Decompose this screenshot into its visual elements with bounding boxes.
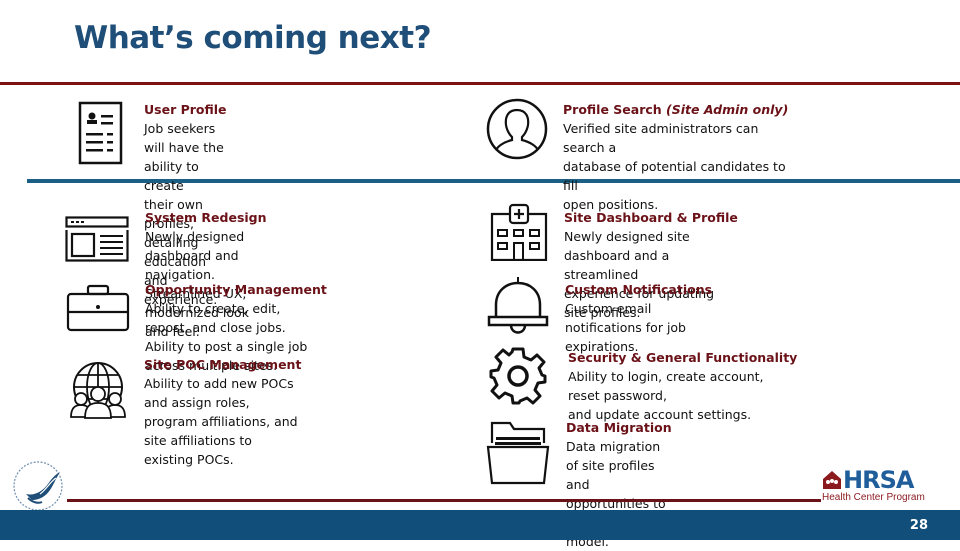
feature-title-note: (Site Admin only) [666, 102, 789, 117]
feature-title: User Profile [144, 102, 227, 117]
health-center-house-icon [823, 471, 841, 489]
feature-description: Verified site administrators can search … [563, 121, 786, 212]
feature-title: Opportunity Management [145, 282, 327, 297]
page-title: What’s coming next? [74, 20, 432, 56]
footer-bar: 28 [0, 510, 960, 540]
feature-description: Ability to add new POCs and assign roles… [144, 376, 298, 467]
gear-icon [489, 347, 547, 405]
bottom-divider [67, 499, 821, 502]
feature-title: Custom Notifications [565, 282, 713, 297]
feature-title: Site POC Management [144, 357, 302, 372]
hrsa-wordmark: HRSA [843, 466, 914, 494]
feature-title: Security & General Functionality [568, 350, 798, 365]
feature-title-main: Profile Search [563, 102, 667, 117]
page-number: 28 [909, 518, 928, 533]
hrsa-logo: HRSA Health Center Program [820, 466, 940, 504]
feature-title: Profile Search (Site Admin only) [563, 100, 788, 119]
feature-title: System Redesign [145, 210, 267, 225]
globe-people-icon [70, 362, 126, 419]
top-divider [0, 82, 960, 85]
feature-title: Site Dashboard & Profile [564, 210, 738, 225]
user-profile-document-icon [78, 101, 123, 165]
bell-icon [487, 277, 549, 334]
hhs-seal-logo [13, 461, 63, 511]
user-avatar-circle-icon [486, 98, 548, 160]
hrsa-subtext: Health Center Program [822, 492, 925, 503]
browser-window-icon [65, 216, 129, 262]
feature-title: Data Migration [566, 420, 672, 435]
hospital-building-icon [490, 203, 548, 261]
briefcase-icon [66, 284, 130, 332]
folder-icon [486, 421, 550, 485]
feature-description: Ability to login, create account, reset … [568, 369, 764, 422]
